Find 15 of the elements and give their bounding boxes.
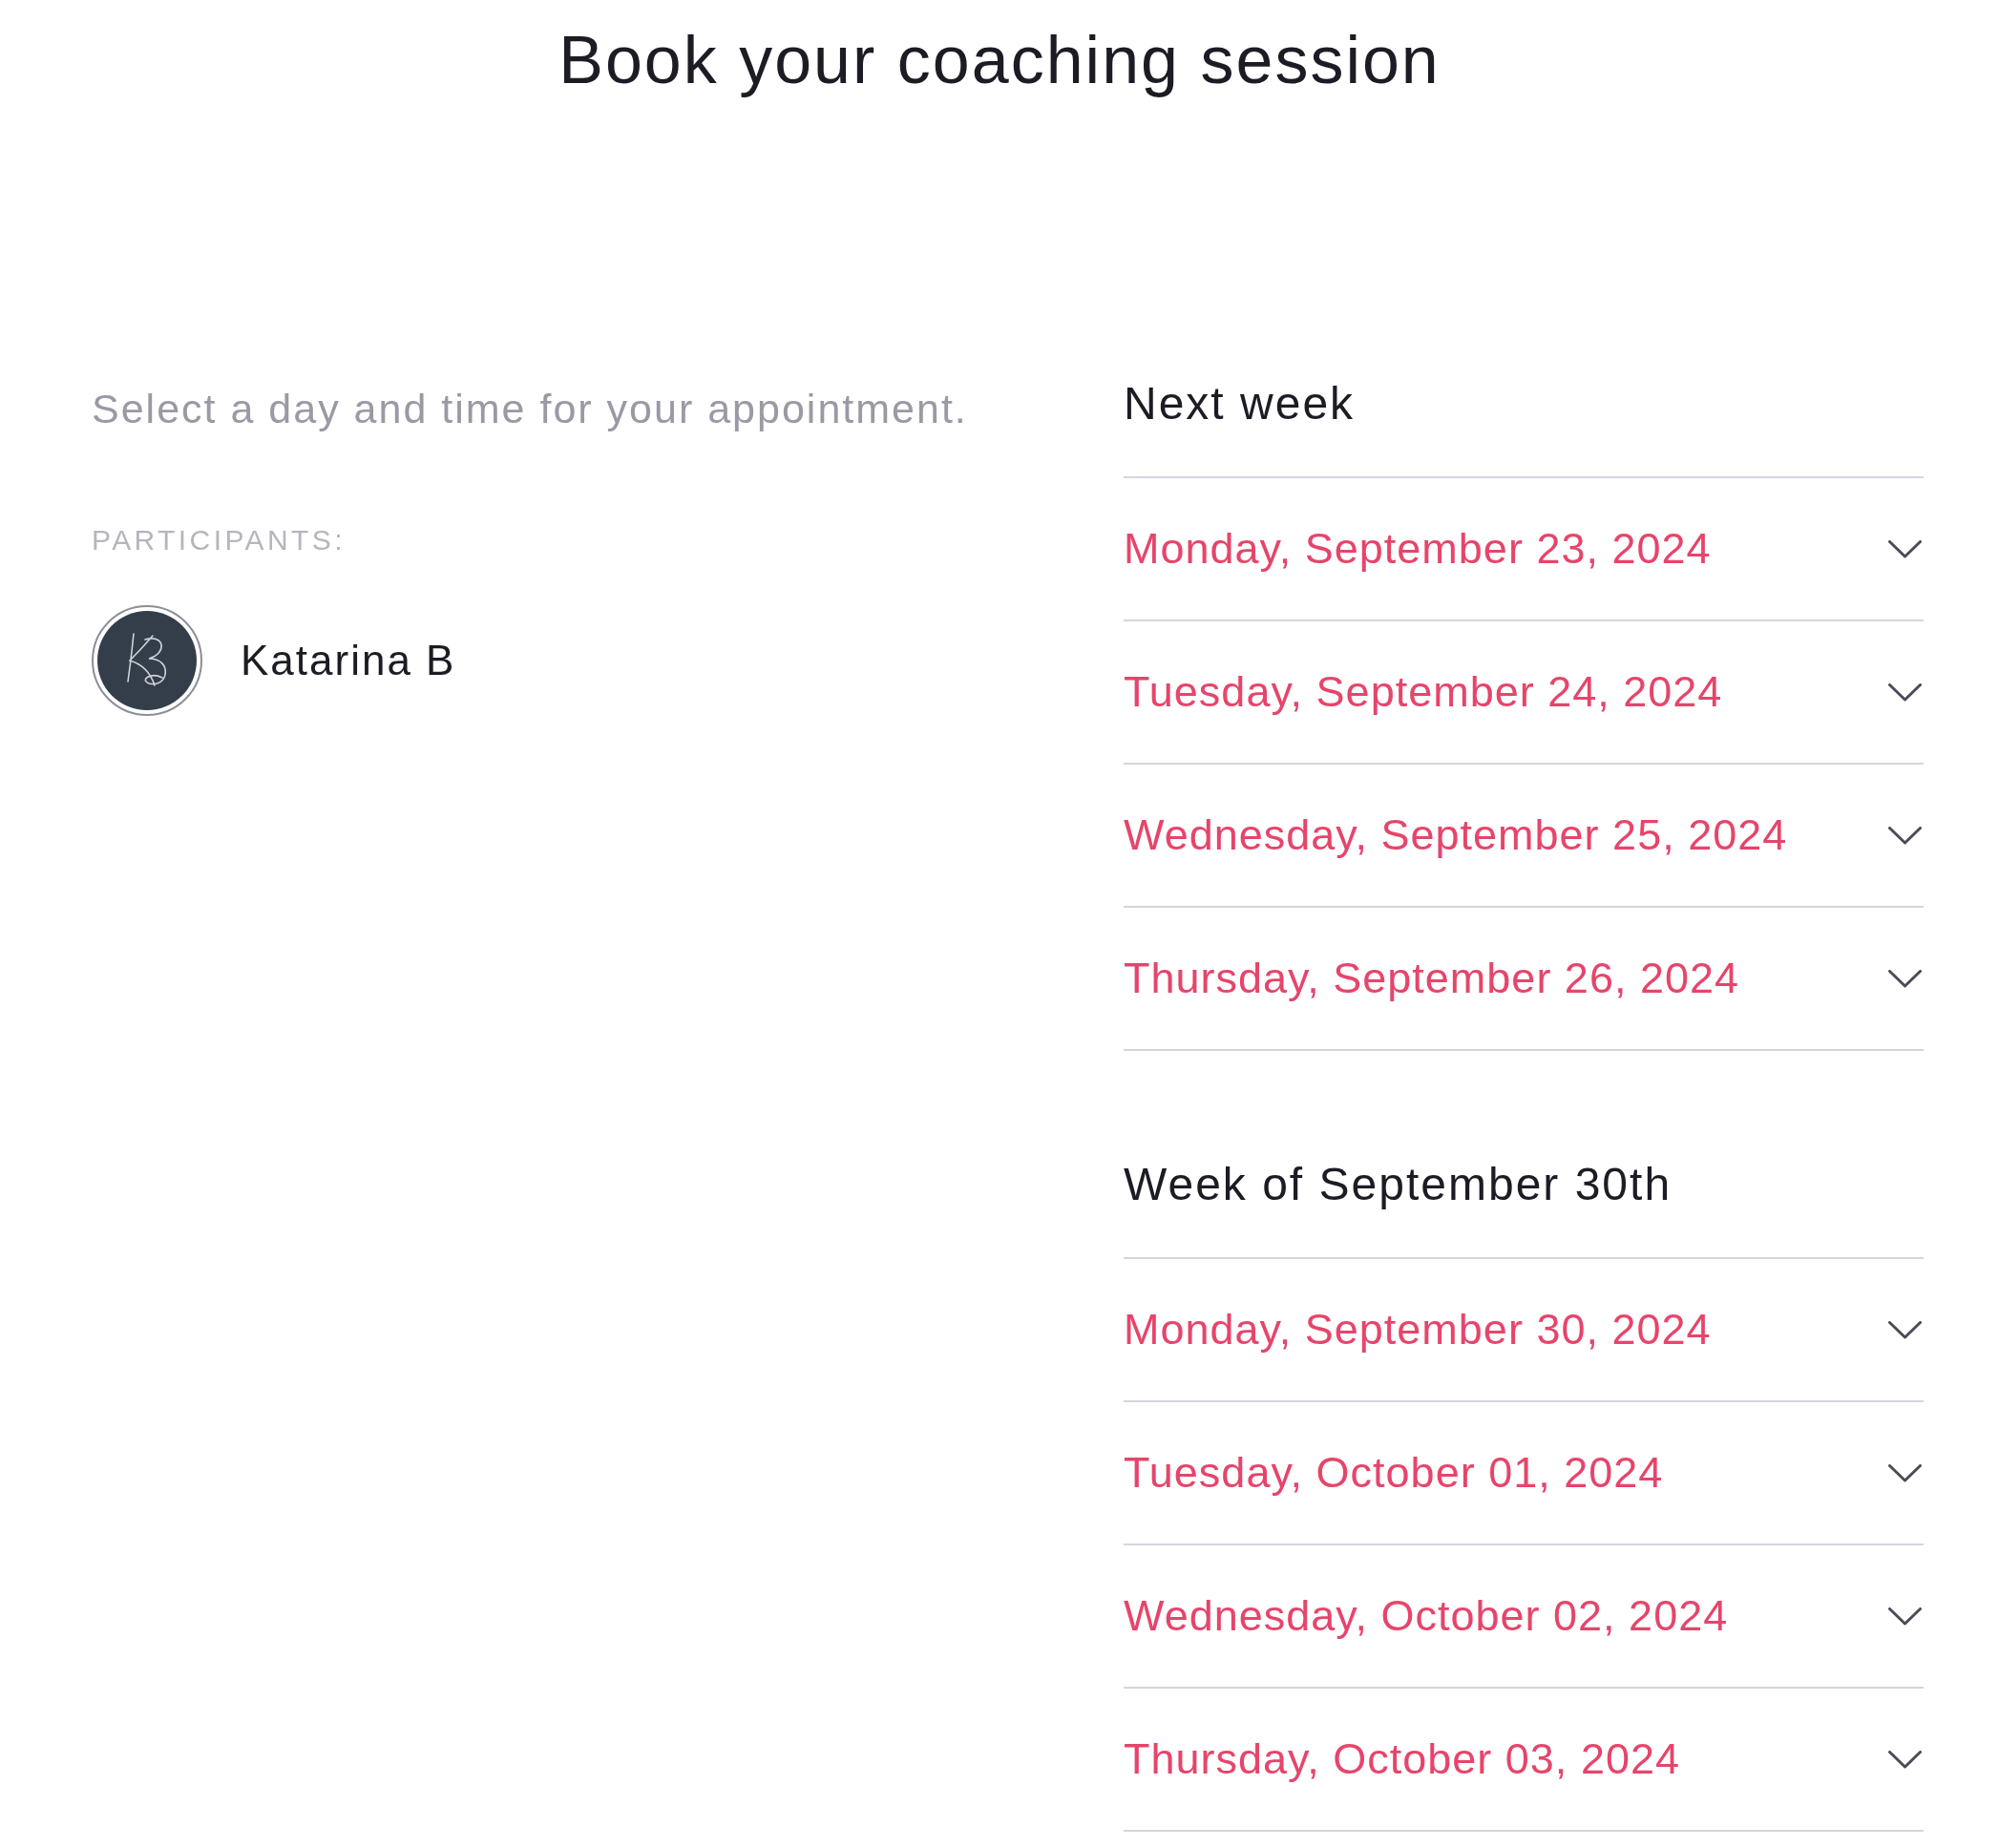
day-accordion-button[interactable]: Monday, September 30, 2024	[1124, 1259, 1924, 1402]
avatar-icon	[92, 605, 202, 716]
day-accordion-button[interactable]: Monday, September 23, 2024	[1124, 478, 1924, 621]
day-accordion-button[interactable]: Thursday, October 03, 2024	[1124, 1689, 1924, 1832]
day-accordion-button[interactable]: Tuesday, September 24, 2024	[1124, 621, 1924, 765]
participants-label: PARTICIPANTS:	[92, 523, 346, 557]
participant-name: Katarina B	[241, 635, 456, 685]
day-accordion-button[interactable]: Wednesday, September 25, 2024	[1124, 765, 1924, 908]
week-heading: Week of September 30th	[1124, 1156, 1924, 1259]
day-accordion-button[interactable]: Wednesday, October 02, 2024	[1124, 1545, 1924, 1689]
page-title: Book your coaching session	[558, 22, 1441, 99]
day-accordion-button[interactable]: Thursday, September 26, 2024	[1124, 908, 1924, 1051]
instruction-text: Select a day and time for your appointment.	[92, 385, 968, 433]
week-heading: Next week	[1124, 375, 1924, 478]
day-accordion-button[interactable]: Tuesday, October 01, 2024	[1124, 1402, 1924, 1545]
